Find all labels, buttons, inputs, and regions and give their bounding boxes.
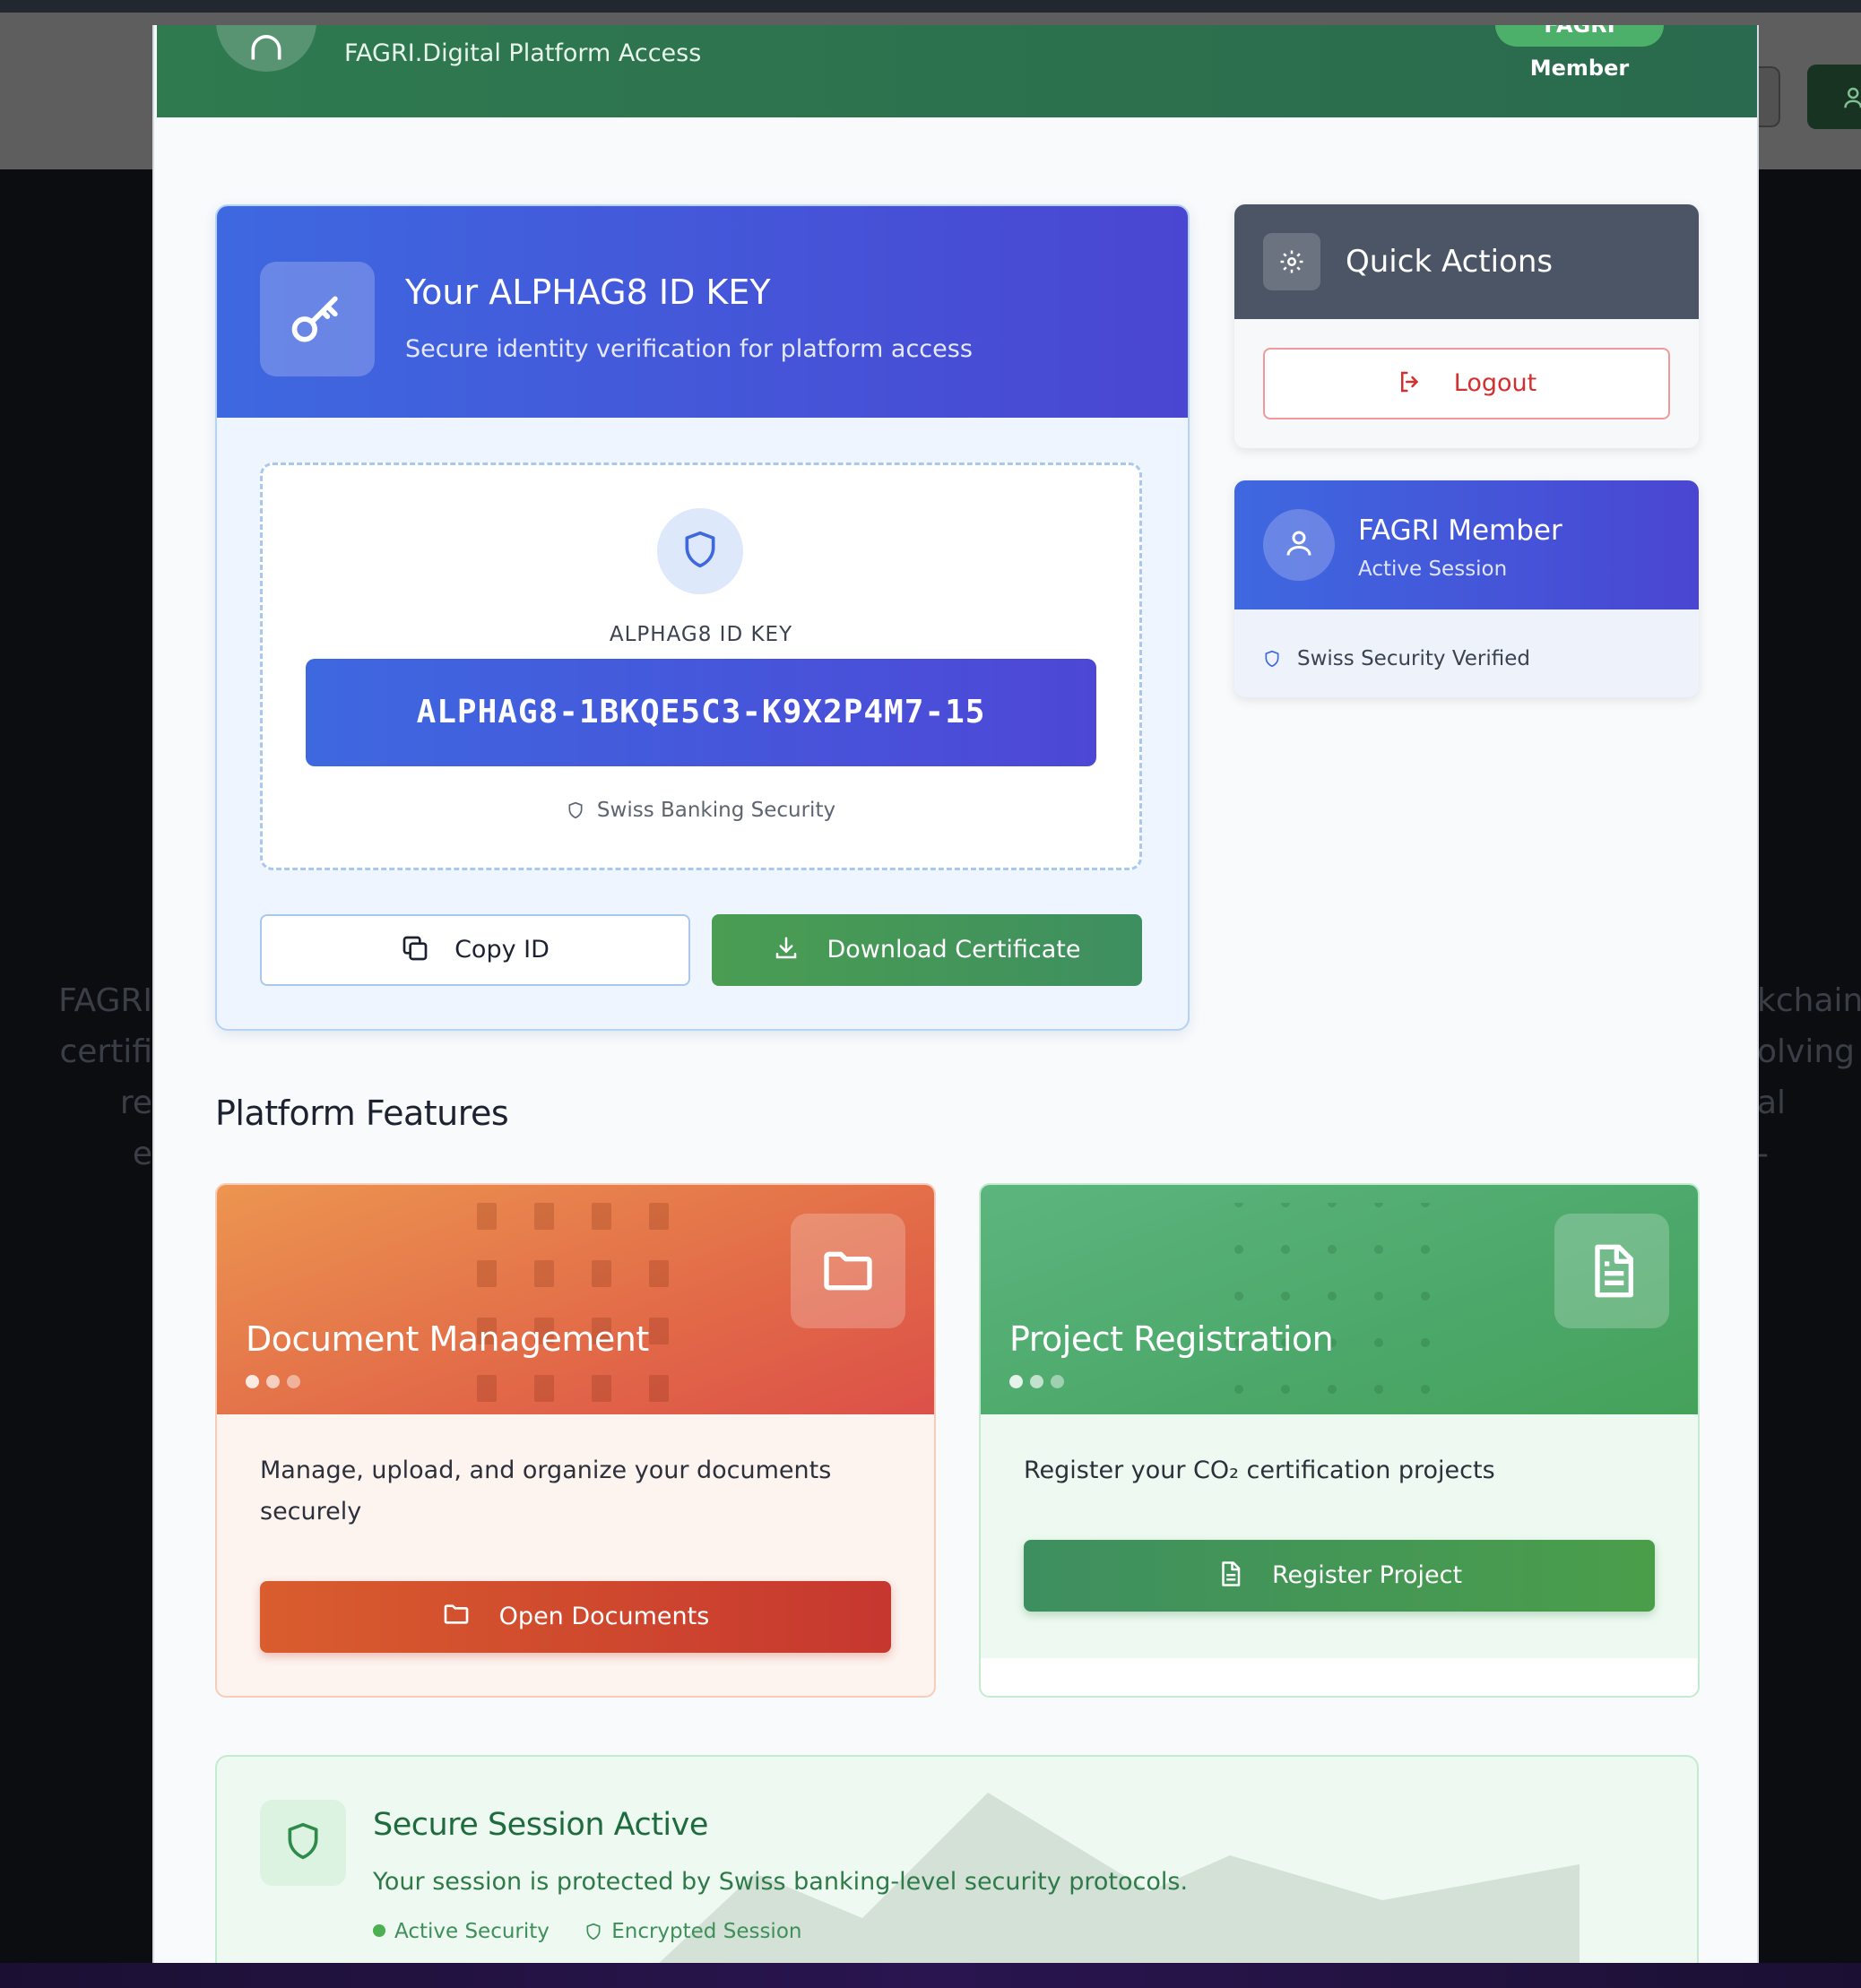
session-icon-box — [260, 1800, 346, 1886]
register-project-button[interactable]: Register Project — [1024, 1540, 1655, 1612]
documents-icon-box — [791, 1214, 905, 1328]
download-icon — [776, 937, 797, 959]
shield-icon — [586, 1923, 601, 1940]
project-registration-description: Register your CO₂ certification projects — [1024, 1456, 1495, 1484]
id-key-card: Your ALPHAG8 ID KEY Secure identity veri… — [215, 204, 1190, 1031]
project-registration-title: Project Registration — [1009, 1319, 1334, 1359]
modal-subtitle: FAGRI.Digital Platform Access — [344, 39, 702, 67]
document-management-card: Document Management Manage, upload, and … — [215, 1183, 936, 1698]
member-session-header: FAGRI Member Active Session — [1234, 480, 1699, 609]
background-text-left: FAGRI certifi re e — [58, 982, 152, 1172]
member-avatar — [1263, 509, 1335, 581]
user-icon — [251, 35, 281, 60]
session-description: Your session is protected by Swiss banki… — [373, 1868, 1189, 1896]
document-management-title: Document Management — [246, 1319, 649, 1359]
quick-actions-title: Quick Actions — [1346, 244, 1554, 280]
quick-actions-icon-box — [1263, 233, 1320, 290]
user-icon — [1844, 87, 1861, 108]
project-card-footer — [981, 1658, 1698, 1696]
shield-icon — [568, 801, 583, 819]
id-key-card-header: Your ALPHAG8 ID KEY Secure identity veri… — [217, 206, 1188, 418]
member-status: Active Session — [1358, 558, 1508, 581]
id-key-display-box: ALPHAG8 ID KEY ALPHAG8-1BKQE5C3-K9X2P4M7… — [260, 462, 1142, 870]
shield-icon — [1265, 650, 1279, 668]
shield-icon — [685, 531, 715, 568]
gear-icon — [1280, 250, 1303, 273]
quick-actions-card: Quick Actions Logout — [1234, 204, 1699, 448]
carousel-dots — [246, 1375, 307, 1392]
security-note: Swiss Banking Security — [263, 799, 1139, 822]
id-key-title: Your ALPHAG8 ID KEY — [405, 272, 771, 312]
document-management-description: Manage, upload, and organize your docume… — [260, 1456, 832, 1526]
active-status-dot — [373, 1924, 385, 1937]
folder-icon — [824, 1251, 872, 1291]
encrypted-session-tag: Encrypted Session — [584, 1920, 801, 1943]
modal-avatar — [216, 25, 316, 72]
background-bottom-bar — [0, 1963, 1861, 1988]
user-icon — [1286, 531, 1311, 556]
member-name: FAGRI Member — [1358, 514, 1562, 547]
file-text-icon — [1595, 1244, 1633, 1298]
background-account-button — [1807, 65, 1861, 129]
background-text-right: kchain olving al - — [1757, 982, 1861, 1172]
project-registration-card: Project Registration Register your CO₂ c… — [979, 1183, 1700, 1698]
quick-actions-header: Quick Actions — [1234, 204, 1699, 319]
projects-icon-box — [1554, 1214, 1669, 1328]
documents-pattern — [477, 1203, 669, 1402]
key-icon — [291, 296, 338, 342]
projects-pattern — [1234, 1203, 1430, 1394]
logout-icon — [1400, 371, 1419, 393]
member-session-card: FAGRI Member Active Session Swiss Securi… — [1234, 480, 1699, 697]
download-certificate-button[interactable]: Download Certificate — [712, 914, 1142, 986]
platform-features-title: Platform Features — [215, 1093, 509, 1133]
member-badge: FAGRI Member — [1495, 25, 1664, 81]
document-management-header: Document Management — [217, 1185, 934, 1414]
platform-access-modal: FAGRI.Digital Platform Access FAGRI Memb… — [152, 25, 1759, 1963]
id-key-icon-box — [260, 262, 375, 376]
shield-icon — [288, 1822, 318, 1860]
logout-button[interactable]: Logout — [1263, 348, 1670, 419]
carousel-dots — [1009, 1375, 1071, 1392]
background-header-button — [1755, 66, 1780, 127]
open-documents-button[interactable]: Open Documents — [260, 1581, 891, 1653]
id-shield-badge — [657, 508, 743, 594]
browser-top-bar — [0, 0, 1861, 13]
modal-header: FAGRI.Digital Platform Access FAGRI Memb… — [157, 25, 1757, 117]
active-security-tag: Active Security — [394, 1920, 550, 1943]
session-tags: Active Security Encrypted Session — [373, 1920, 801, 1943]
copy-icon — [402, 936, 428, 961]
folder-icon — [444, 1604, 469, 1624]
id-key-label: ALPHAG8 ID KEY — [609, 623, 793, 646]
file-text-icon — [1222, 1561, 1241, 1586]
project-registration-header: Project Registration — [981, 1185, 1698, 1414]
id-key-value[interactable]: ALPHAG8-1BKQE5C3-K9X2P4M7-15 — [306, 659, 1096, 766]
secure-session-card: Secure Session Active Your session is pr… — [215, 1755, 1699, 1963]
session-title: Secure Session Active — [373, 1807, 708, 1843]
copy-id-button[interactable]: Copy ID — [260, 914, 690, 986]
id-key-subtitle: Secure identity verification for platfor… — [405, 335, 973, 363]
security-verified-note: Swiss Security Verified — [1263, 647, 1530, 670]
